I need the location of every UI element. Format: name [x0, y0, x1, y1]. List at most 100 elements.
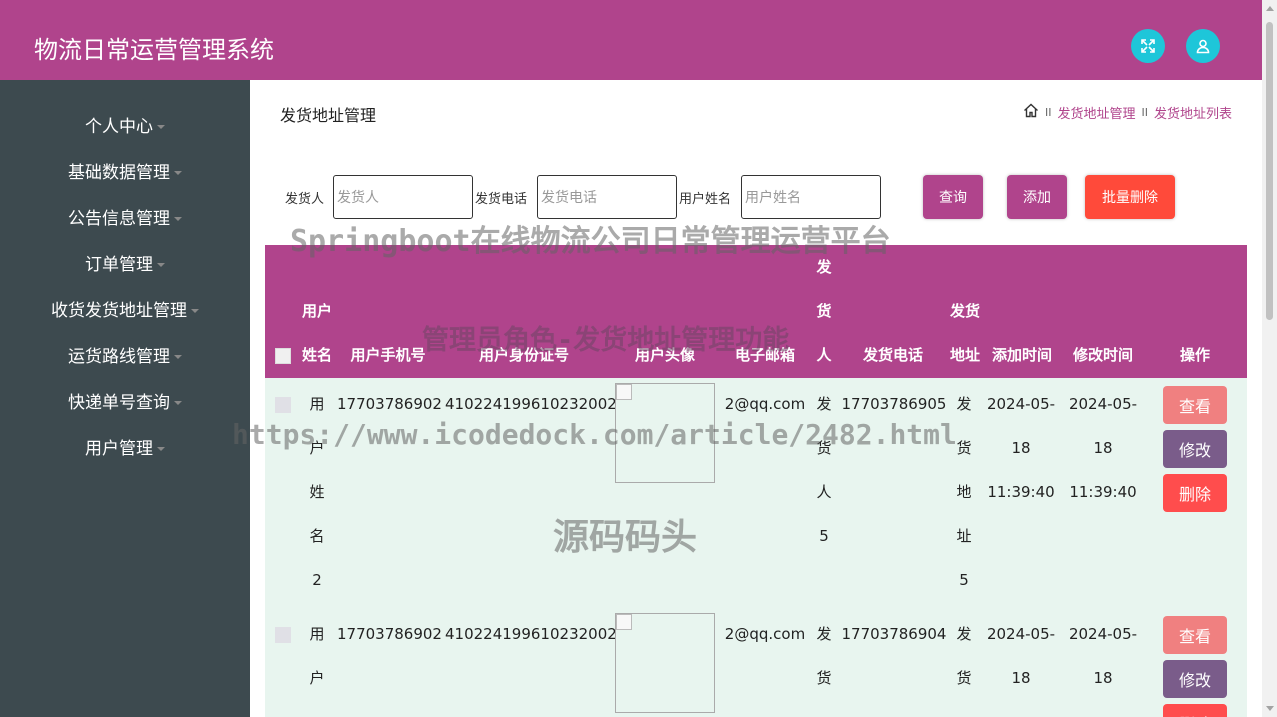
breadcrumb-item[interactable]: 发货地址列表: [1154, 103, 1232, 122]
query-button[interactable]: 查询: [923, 175, 983, 219]
view-button[interactable]: 查看: [1163, 386, 1227, 424]
cell-sender-phone: 17703786904: [841, 625, 947, 643]
broken-image-icon: [616, 384, 632, 400]
cell-sender: 发 货: [814, 612, 834, 700]
app-title: 物流日常运营管理系统: [34, 36, 274, 64]
caret-down-icon: [174, 401, 182, 405]
sender-phone-input[interactable]: 发货电话: [537, 175, 677, 219]
sidebar-item-label: 基础数据管理: [68, 163, 170, 183]
cell-text: 人: [816, 483, 832, 501]
add-button[interactable]: 添加: [1007, 175, 1067, 219]
home-icon[interactable]: [1023, 103, 1039, 122]
header-text: 用户: [301, 302, 332, 320]
edit-button[interactable]: 修改: [1163, 660, 1227, 698]
cell-text: 发: [956, 625, 972, 643]
sidebar-item-label: 用户管理: [85, 439, 153, 459]
sidebar-item-basic-data[interactable]: 基础数据管理: [0, 158, 250, 183]
cell-text: 发: [816, 625, 832, 643]
edit-button[interactable]: 修改: [1163, 430, 1227, 468]
cell-text: 2: [312, 571, 322, 589]
sidebar-item-announcements[interactable]: 公告信息管理: [0, 204, 250, 229]
col-user-phone: 用户手机号: [350, 346, 426, 364]
sidebar-item-routes[interactable]: 运货路线管理: [0, 342, 250, 367]
delete-button[interactable]: 删除: [1163, 704, 1227, 717]
scrollbar-thumb[interactable]: [1266, 22, 1273, 320]
watermark-subtitle: 管理员角色-发货地址管理功能: [422, 325, 790, 356]
col-sender: 发 货 人: [811, 245, 837, 377]
table-row: 用 户 17703786902 410224199610232002 2@qq.…: [265, 608, 1247, 717]
watermark-url: https://www.icodedock.com/article/2482.h…: [232, 418, 957, 451]
scroll-down-icon[interactable]: [1266, 706, 1274, 711]
cell-text: 姓: [309, 483, 325, 501]
row-checkbox[interactable]: [275, 627, 291, 643]
user-avatar-image: [615, 613, 715, 713]
sidebar-item-addresses[interactable]: 收货发货地址管理: [0, 296, 250, 321]
sender-label: 发货人: [285, 192, 325, 207]
sidebar-item-label: 收货发货地址管理: [51, 301, 187, 321]
cell-text: 2024-05-: [986, 625, 1056, 643]
col-sender-phone: 发货电话: [862, 346, 923, 364]
delete-button[interactable]: 删除: [1163, 474, 1227, 512]
cell-text: 户: [309, 669, 325, 687]
caret-down-icon: [157, 125, 165, 129]
cell-text: 18: [1011, 669, 1031, 687]
cell-text: 名: [309, 527, 325, 545]
breadcrumb-separator: II: [1141, 106, 1148, 119]
watermark-brand: 源码码头: [553, 517, 698, 558]
fullscreen-icon[interactable]: [1131, 29, 1165, 63]
watermark-title: Springboot在线物流公司日常管理运营平台: [290, 224, 891, 259]
sender-input[interactable]: 发货人: [333, 175, 473, 219]
cell-created: 2024-05- 18: [985, 612, 1057, 700]
col-created: 添加时间: [991, 346, 1052, 364]
cell-address: 发 货: [954, 612, 974, 700]
sidebar-item-users[interactable]: 用户管理: [0, 434, 250, 459]
cell-user-id-card: 410224199610232002: [445, 625, 617, 643]
cell-text: 18: [1093, 439, 1113, 457]
sidebar-item-profile[interactable]: 个人中心: [0, 112, 250, 137]
select-all-checkbox[interactable]: [275, 348, 291, 364]
sidebar-item-orders[interactable]: 订单管理: [0, 250, 250, 275]
user-icon[interactable]: [1186, 29, 1220, 63]
batch-delete-button[interactable]: 批量删除: [1085, 175, 1175, 219]
col-address: 发货 地址: [945, 289, 985, 377]
caret-down-icon: [174, 355, 182, 359]
cell-user-name: 用 户 姓 名 2: [307, 382, 327, 602]
breadcrumb-separator: II: [1044, 106, 1052, 119]
caret-down-icon: [157, 263, 165, 267]
col-user-name: 用户 姓名: [297, 289, 337, 377]
breadcrumb-item[interactable]: 发货地址管理: [1057, 103, 1135, 122]
caret-down-icon: [191, 309, 199, 313]
sidebar-item-label: 公告信息管理: [68, 209, 170, 229]
cell-text: 11:39:40: [1069, 483, 1137, 501]
top-bar: 物流日常运营管理系统: [0, 0, 1262, 80]
table-row: 用 户 姓 名 2 17703786902 410224199610232002…: [265, 378, 1247, 608]
cell-user-name: 用 户: [307, 612, 327, 700]
header-text: 发货: [949, 302, 980, 320]
cell-text: 2024-05-: [1068, 395, 1138, 413]
cell-text: 地: [956, 483, 972, 501]
sidebar: 个人中心 基础数据管理 公告信息管理 订单管理 收货发货地址管理 运货路线管理 …: [0, 80, 250, 717]
sidebar-item-tracking[interactable]: 快递单号查询: [0, 388, 250, 413]
cell-text: 货: [956, 669, 972, 687]
view-button[interactable]: 查看: [1163, 616, 1227, 654]
col-modified: 修改时间: [1072, 346, 1133, 364]
cell-text: 2024-05-: [986, 395, 1056, 413]
cell-text: 18: [1011, 439, 1031, 457]
row-checkbox[interactable]: [275, 397, 291, 413]
header-text: 货: [816, 302, 832, 320]
cell-address: 发 货 地 址 5: [954, 382, 974, 602]
scroll-up-icon[interactable]: [1266, 6, 1274, 11]
cell-text: 2024-05-: [1068, 625, 1138, 643]
sidebar-item-label: 订单管理: [85, 255, 153, 275]
broken-image-icon: [616, 614, 632, 630]
page-scrollbar[interactable]: [1262, 0, 1277, 717]
caret-down-icon: [174, 171, 182, 175]
sidebar-item-label: 快递单号查询: [68, 393, 170, 413]
cell-text: 货: [816, 669, 832, 687]
cell-text: 货: [956, 439, 972, 457]
cell-modified: 2024-05- 18 11:39:40: [1067, 382, 1139, 514]
cell-text: 用: [309, 625, 325, 643]
user-name-input[interactable]: 用户姓名: [741, 175, 881, 219]
cell-sender: 发 货 人 5: [814, 382, 834, 558]
user-name-label: 用户姓名: [679, 192, 732, 207]
